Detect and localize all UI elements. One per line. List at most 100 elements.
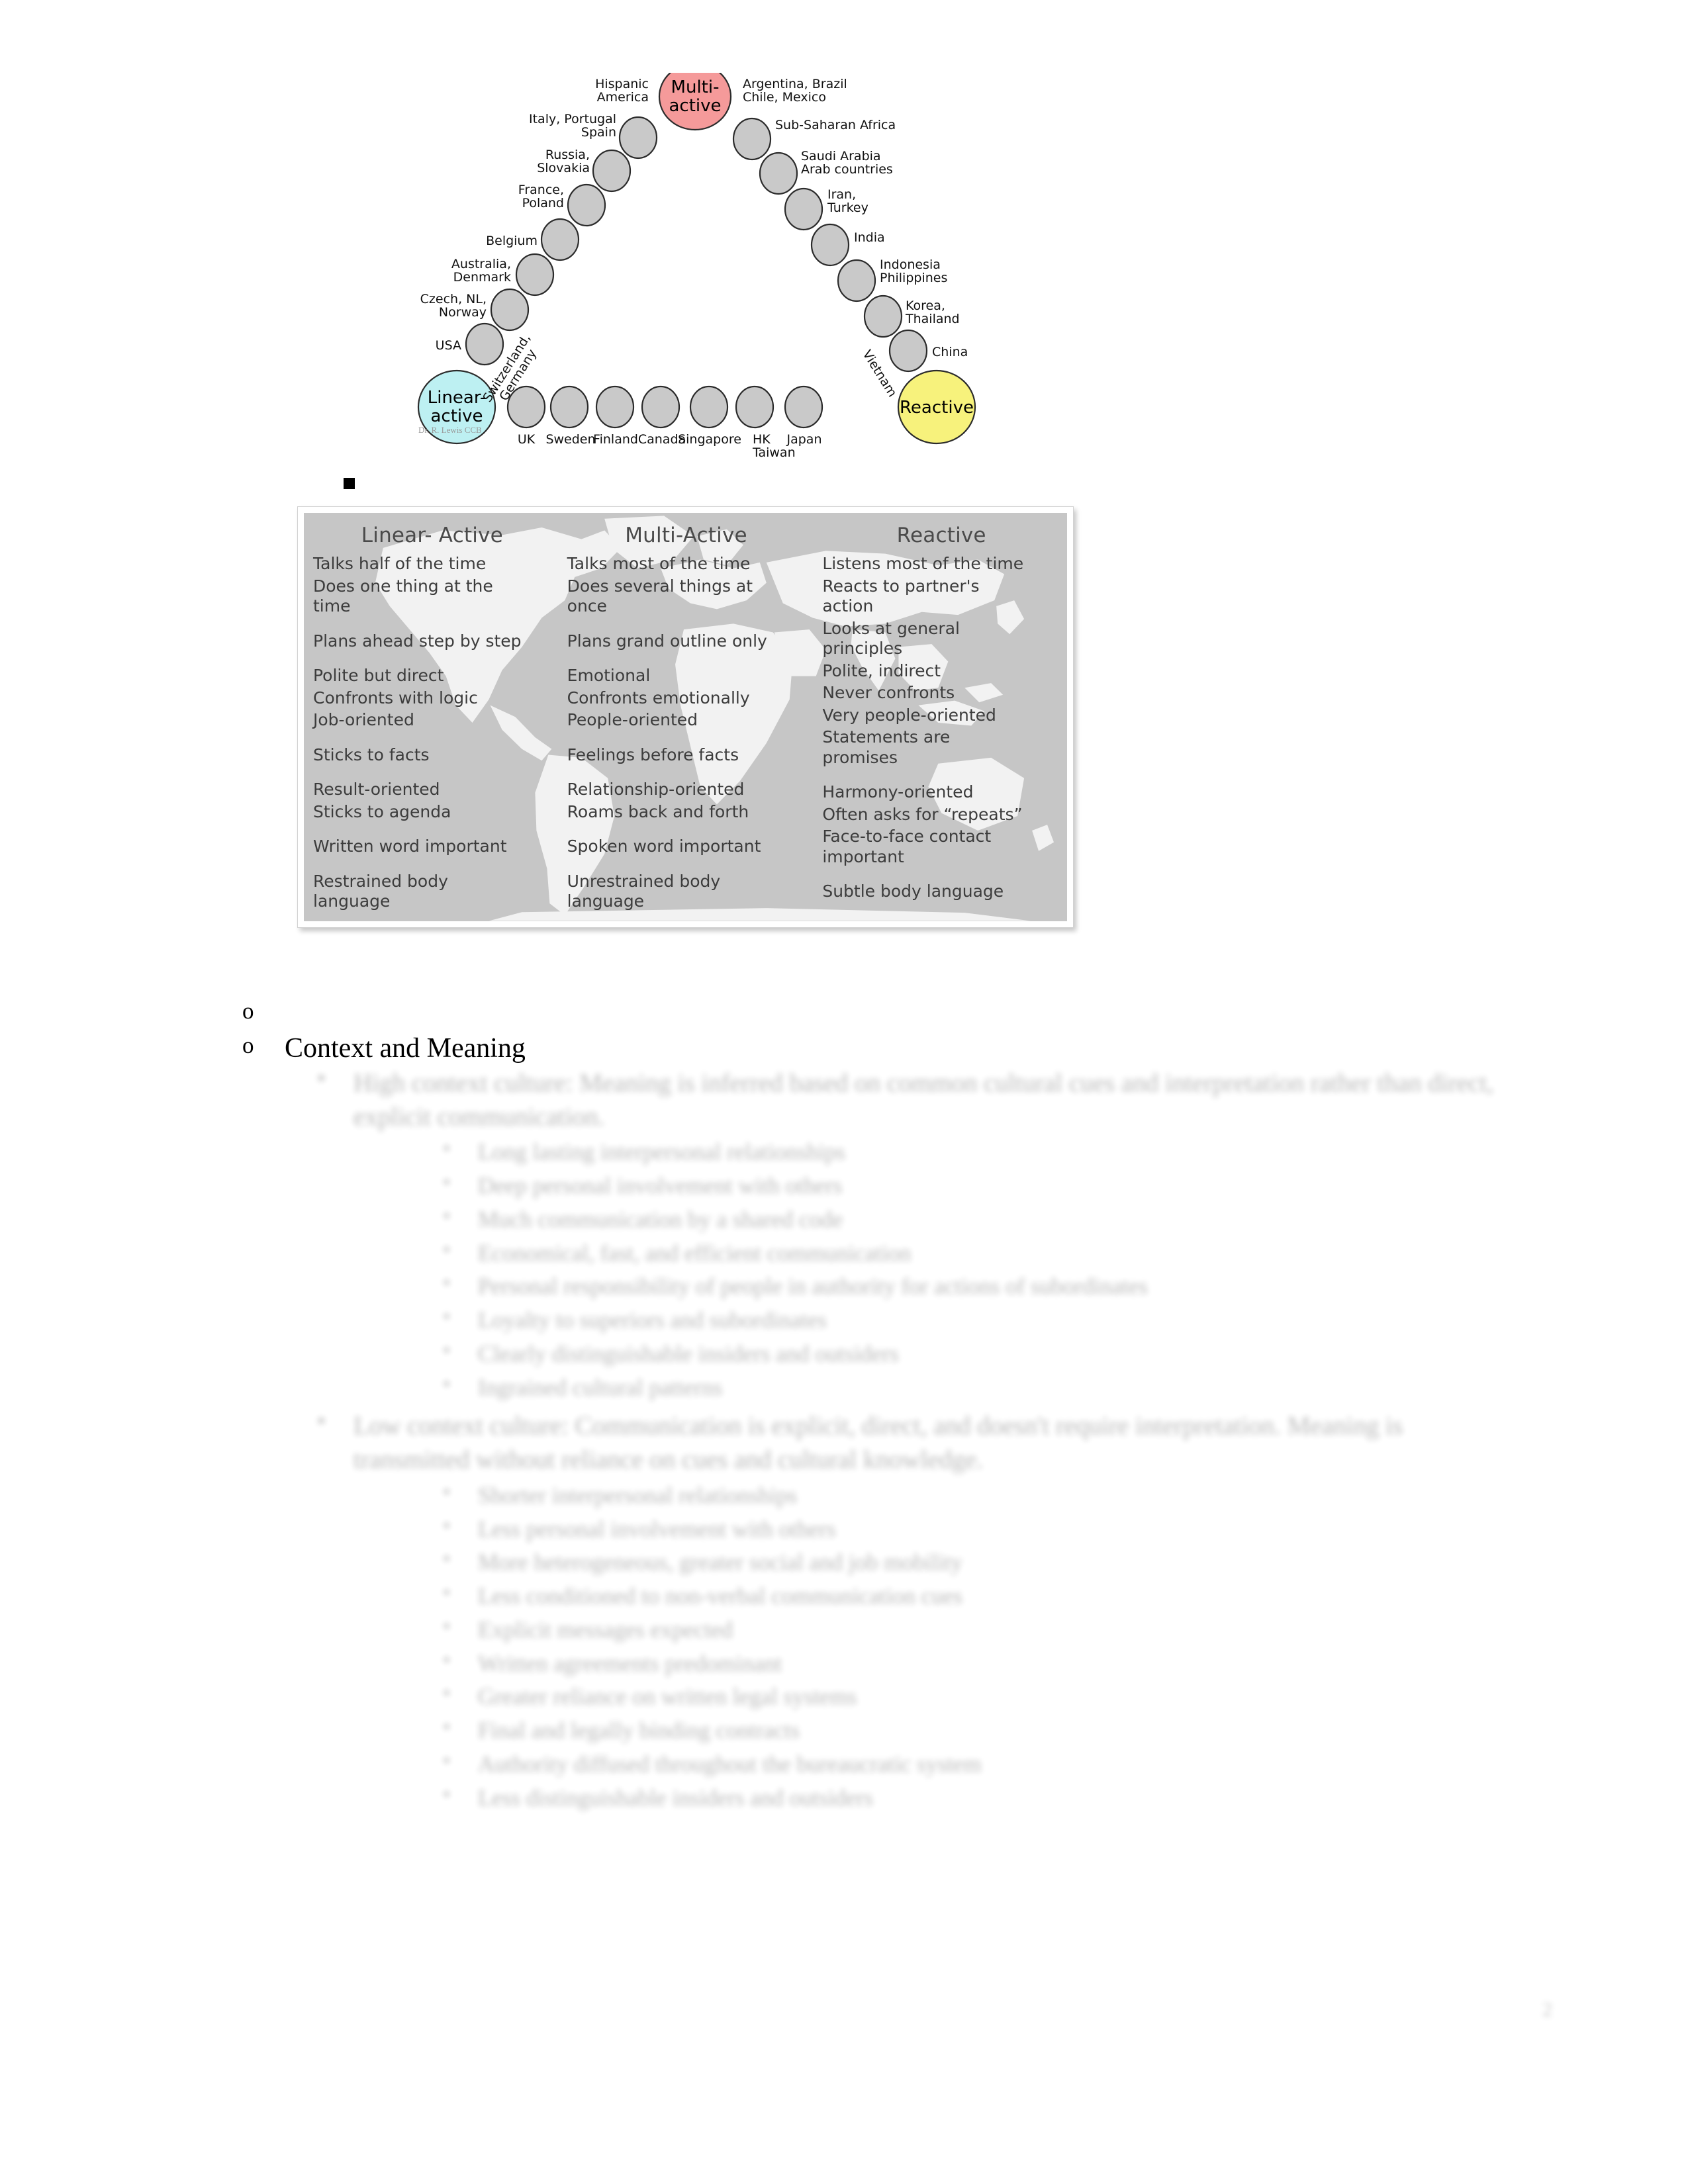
redacted-bullet: ▪ [444,1373,450,1393]
redacted-subitem: ▪ Less personal involvement with others [444,1515,1503,1544]
redacted-subitem: ▪ Personal responsibility of people in a… [444,1272,1503,1301]
cmp-group: Talks most of the time Does several thin… [567,554,806,617]
redacted-text: High context culture: Meaning is inferre… [353,1069,1493,1131]
cmp-group: Result-oriented Sticks to agenda [313,780,551,822]
node-bottom-6 [735,385,774,429]
redacted-bullet: ▪ [444,1515,450,1535]
redacted-subitem: ▪ Greater reliance on written legal syst… [444,1682,1503,1711]
cmp-item: Plans grand outline only [567,631,767,651]
cmp-item: Job-oriented [313,710,414,729]
redacted-bullet: ▪ [444,1750,450,1770]
column-header-multi-active: Multi-Active [625,523,747,547]
label-belgium: Belgium [486,234,538,248]
column-header-linear-active: Linear- Active [361,523,503,547]
cmp-group: Plans ahead step by step [313,631,551,652]
comparison-table-frame: Linear- Active Talks half of the time Do… [297,506,1074,928]
redacted-bullet: ▪ [444,1481,450,1501]
cmp-group: Harmony-oriented Often asks for “repeats… [822,782,1060,867]
cmp-item: Result-oriented [313,780,440,799]
cmp-item: Talks most of the time [567,554,751,573]
cmp-item: Often asks for “repeats” [822,804,1023,824]
node-bottom-2 [549,385,589,429]
redacted-text: More heterogeneous, greater social and j… [478,1549,962,1576]
node-left-3 [567,183,606,227]
redacted-bullet: ▪ [444,1615,450,1635]
label-sub-saharan-africa: Sub-Saharan Africa [775,118,896,132]
comparison-column-linear-active: Linear- Active Talks half of the time Do… [304,523,558,912]
redacted-body-text: ▪ High context culture: Meaning is infer… [318,1067,1503,1817]
node-right-7 [888,329,928,373]
redacted-subitem: ▪ Final and legally binding contracts [444,1716,1503,1745]
redacted-text: Low context culture: Communication is ex… [353,1412,1403,1475]
redacted-text: Explicit messages expected [478,1616,733,1643]
label-france-poland-1: France, [518,183,564,197]
comparison-column-reactive: Reactive Listens most of the time Reacts… [812,523,1067,912]
redacted-subitem: ▪ Loyalty to superiors and subordinates [444,1306,1503,1335]
node-left-1 [618,116,658,159]
redacted-bullet: ▪ [318,1067,325,1089]
node-left-7 [465,322,504,366]
redacted-subitem: ▪ Clearly distinguishable insiders and o… [444,1340,1503,1369]
redacted-bullet: ▪ [444,1306,450,1326]
label-hispanic-america-1: Hispanic [595,77,649,91]
cmp-item: Does one thing at the time [313,576,493,616]
cmp-item: Unrestrained body language [567,871,721,911]
cmp-item: Polite, indirect [822,660,941,680]
cmp-item: Spoken word important [567,837,761,856]
redacted-text: Ingrained cultural patterns [478,1374,723,1400]
node-left-6 [490,288,530,332]
node-left-4 [540,218,580,261]
cmp-item: Very people-oriented [822,705,996,725]
cmp-item: People-oriented [567,710,698,729]
node-bottom-5 [689,385,729,429]
cmp-item: Roams back and forth [567,801,749,821]
cmp-group: Feelings before facts [567,745,806,766]
cmp-item: Plans ahead step by step [313,631,522,651]
redacted-text: Clearly distinguishable insiders and out… [478,1340,899,1367]
label-india: India [854,230,885,245]
redacted-subitem: ▪ Deep personal involvement with others [444,1171,1503,1201]
cmp-group: Unrestrained body language [567,872,806,912]
label-korea-thailand-1: Korea, [906,298,945,313]
cmp-group: Subtle body language [822,882,1060,902]
cmp-group: Polite but direct Confronts with logic J… [313,666,551,731]
redacted-bullet: ▪ [444,1784,450,1803]
redacted-bullet: ▪ [444,1205,450,1225]
cmp-group: Plans grand outline only [567,631,806,652]
cmp-item: Does several things at once [567,576,753,616]
redacted-bullet: ▪ [444,1649,450,1669]
redacted-subitem: ▪ Ingrained cultural patterns [444,1373,1503,1402]
label-hispanic-america-2: America [597,90,649,105]
node-right-1 [732,117,772,161]
cmp-item: Reacts to partner's action [822,576,980,616]
redacted-bullet: ▪ [444,1138,450,1158]
comparison-columns: Linear- Active Talks half of the time Do… [304,523,1067,912]
label-hk: HK [753,432,771,447]
redacted-text: Greater reliance on written legal system… [478,1684,857,1710]
cmp-group: Talks half of the time Does one thing at… [313,554,551,617]
cmp-item: Talks half of the time [313,554,487,573]
node-linear-active-label-1: Linear- [428,388,487,408]
label-australia-denmark-1: Australia, [451,257,511,271]
cmp-group: Listens most of the time Reacts to partn… [822,554,1060,768]
cmp-group: Relationship-oriented Roams back and for… [567,780,806,822]
redacted-subitem: ▪ Less conditioned to non-verbal communi… [444,1582,1503,1611]
node-right-2 [759,152,798,195]
cmp-item: Confronts emotionally [567,688,750,707]
redacted-subitem: ▪ Explicit messages expected [444,1615,1503,1645]
cmp-item: Relationship-oriented [567,780,745,799]
redacted-text: Less conditioned to non-verbal communica… [478,1583,962,1609]
cmp-item: Statements are promises [822,727,951,767]
label-saudi-arabia-1: Saudi Arabia [801,149,881,163]
cmp-item: Listens most of the time [822,554,1024,573]
outline-bullet: o [242,998,254,1024]
redacted-text: Personal responsibility of people in aut… [478,1273,1148,1300]
redacted-subitem: ▪ Economical, fast, and efficient commun… [444,1239,1503,1268]
redacted-text: Final and legally binding contracts [478,1717,800,1743]
cmp-item: Polite but direct [313,666,444,685]
square-bullet-marker [344,478,355,489]
redacted-text: Shorter interpersonal relationships [478,1482,798,1508]
outline-heading-context-and-meaning: Context and Meaning [285,1033,526,1064]
cmp-item: Never confronts [822,683,955,702]
node-right-6 [863,295,903,338]
